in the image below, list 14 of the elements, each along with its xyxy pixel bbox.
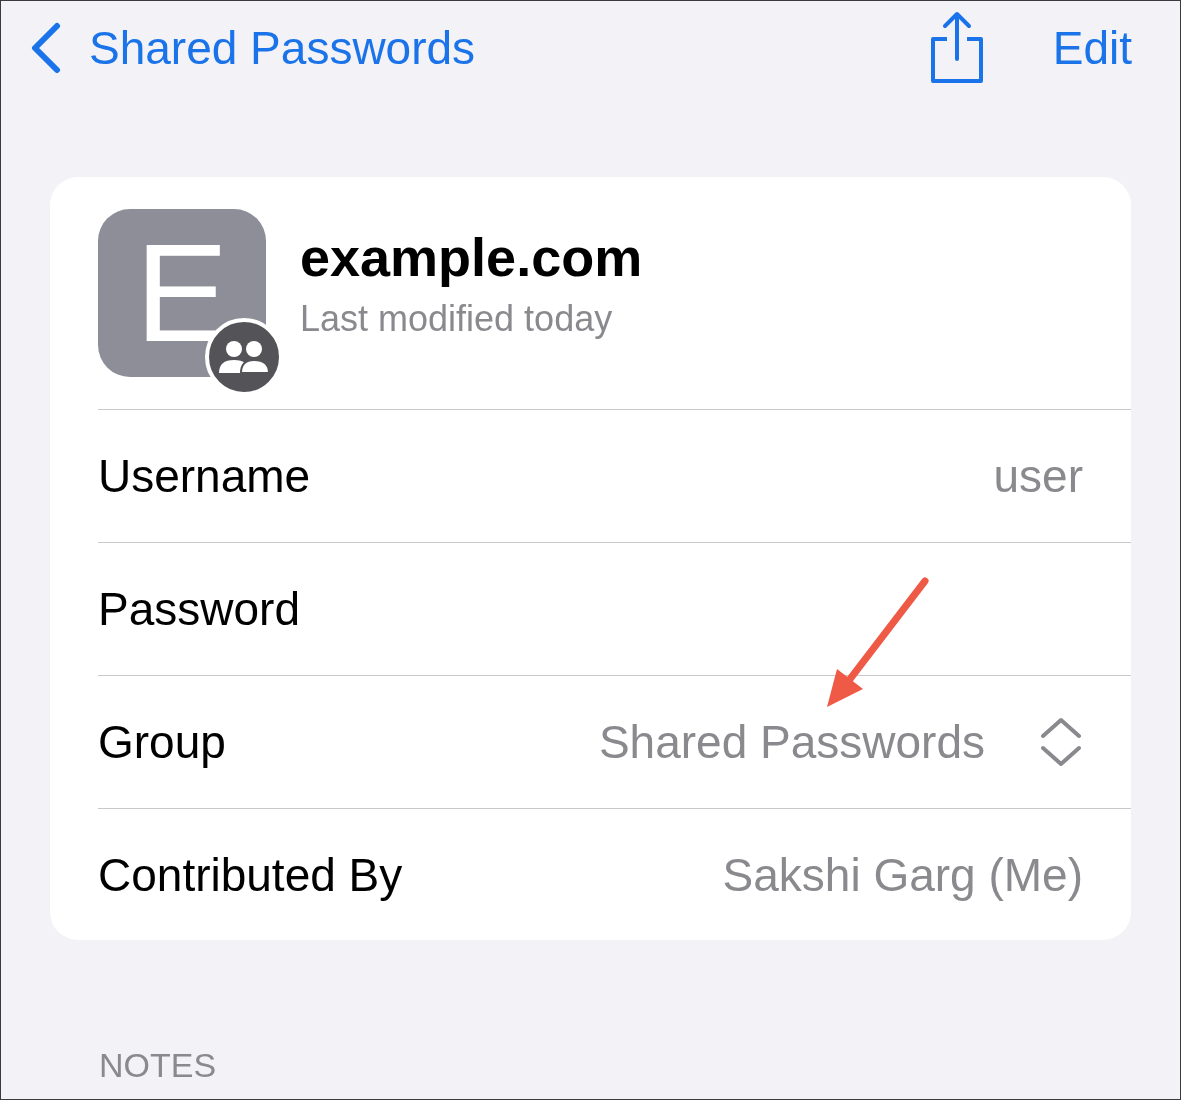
back-chevron-icon xyxy=(29,22,63,74)
field-value[interactable]: Shared Passwords xyxy=(598,715,985,769)
field-label: Group xyxy=(98,715,227,769)
up-down-chevron-icon[interactable] xyxy=(1039,716,1083,768)
section-header: NOTES xyxy=(99,1046,218,1085)
edit-button[interactable]: Edit xyxy=(1052,21,1132,75)
back-button[interactable]: Shared Passwords xyxy=(29,21,476,75)
field-label: Password xyxy=(98,582,301,636)
field-label: Username xyxy=(98,449,312,503)
field-value: user xyxy=(993,449,1083,503)
field-value: Sakshi Garg (Me) xyxy=(722,848,1083,902)
field-label: Contributed By xyxy=(98,848,404,902)
site-title: example.com xyxy=(300,226,643,288)
modified-date: Last modified today xyxy=(300,298,614,340)
